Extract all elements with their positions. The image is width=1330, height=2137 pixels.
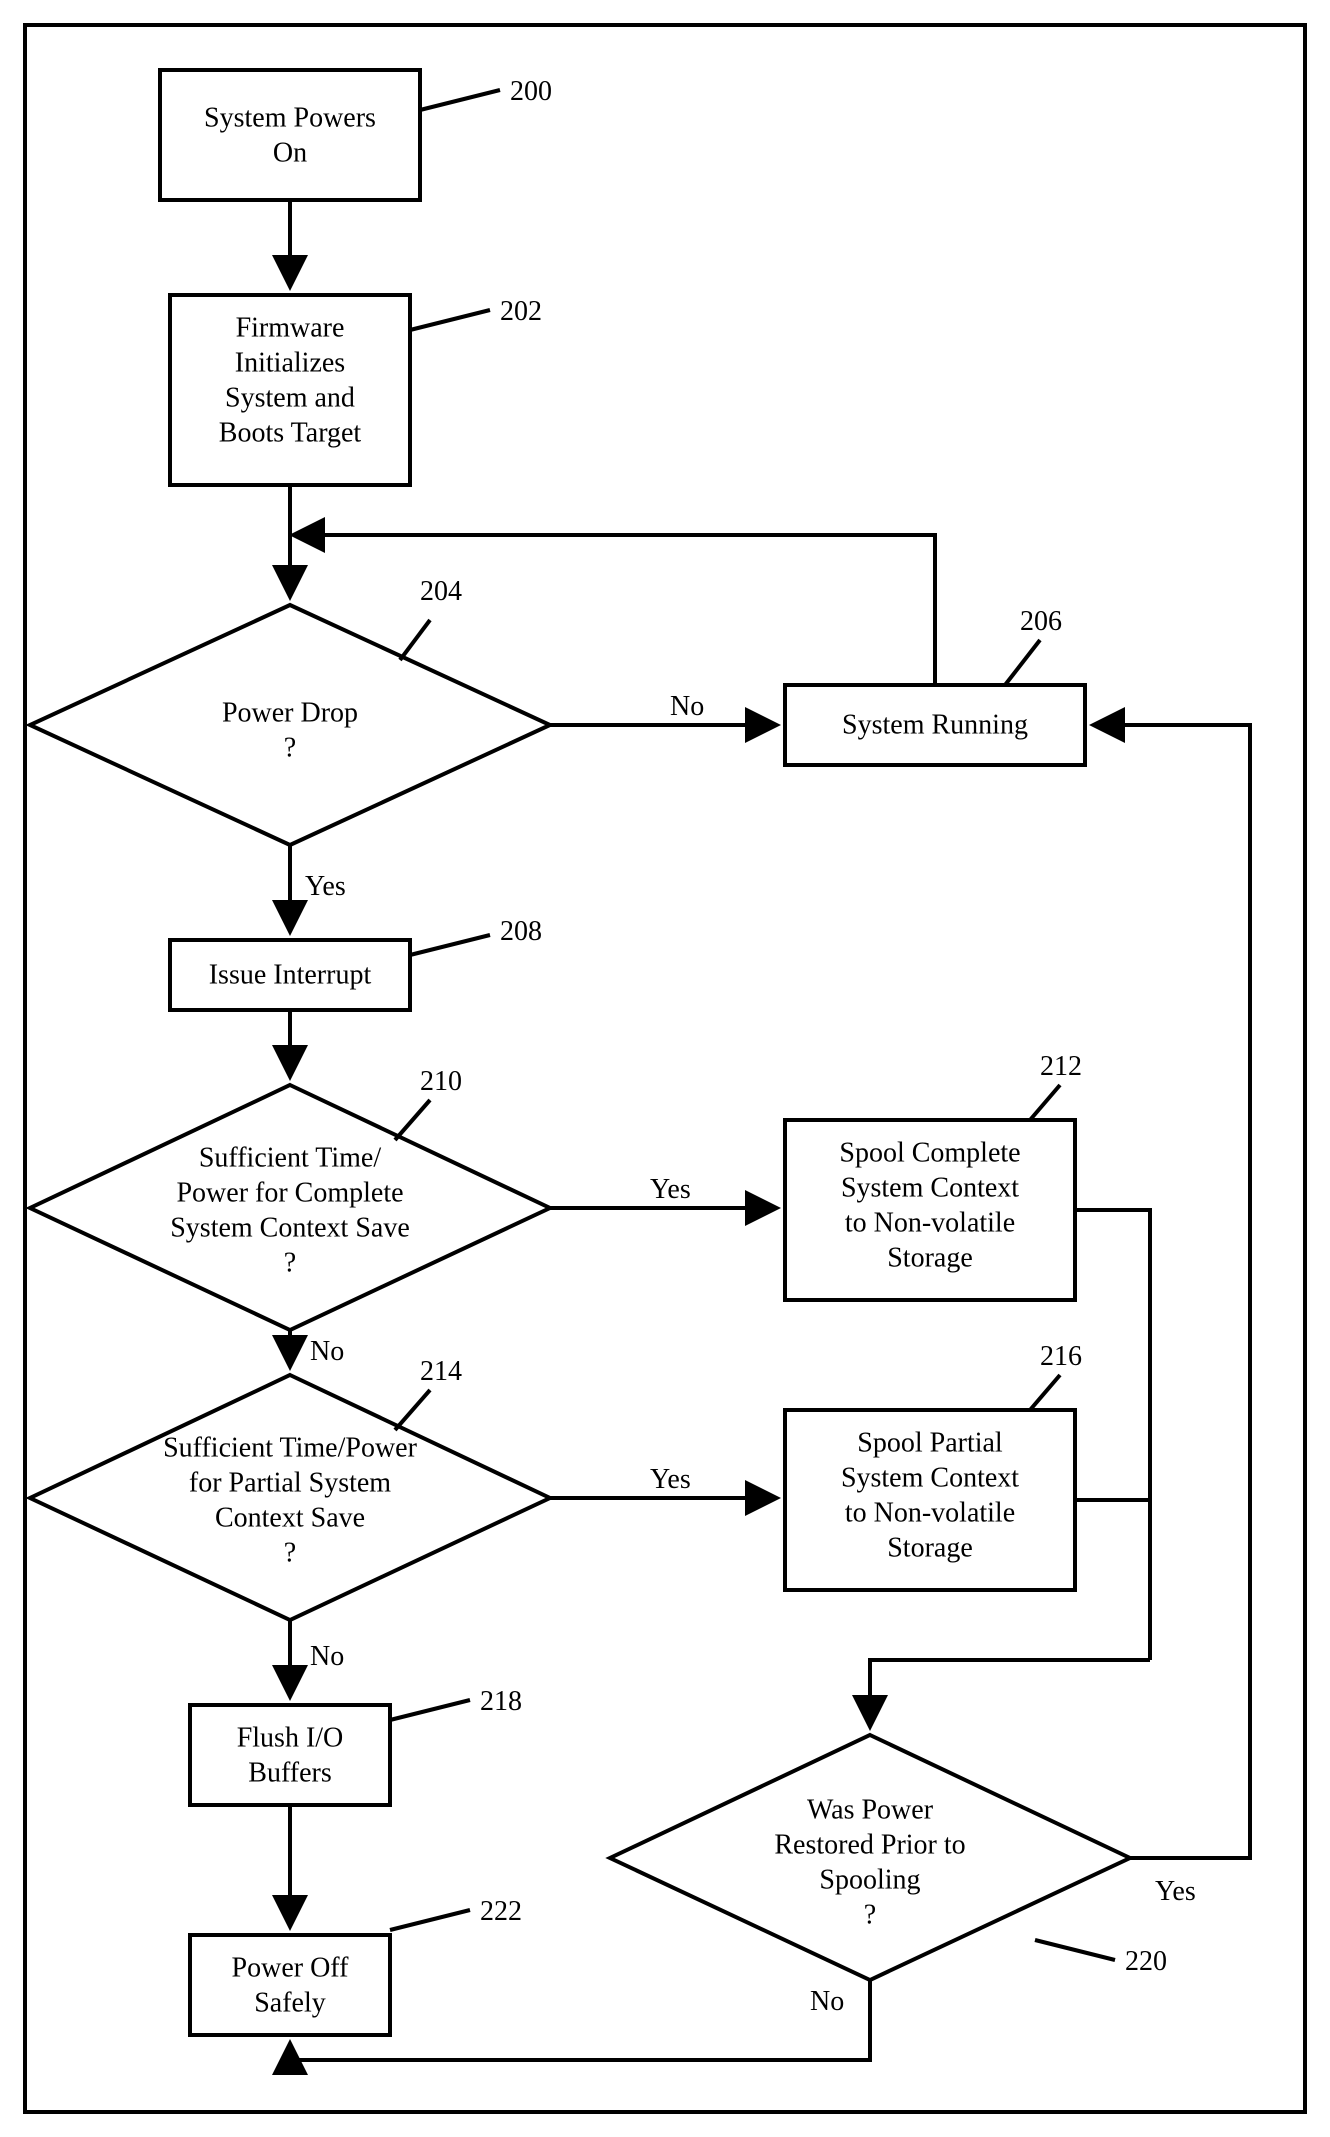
node-text: for Partial System [189, 1467, 391, 1498]
node-text: ? [864, 1899, 876, 1930]
node-text: to Non-volatile [845, 1497, 1015, 1528]
node-text: Power Drop [222, 697, 358, 728]
node-ref: 222 [480, 1896, 522, 1927]
edge-loop [295, 535, 935, 685]
node-text: Spooling [819, 1864, 920, 1895]
node-text: Context Save [215, 1502, 365, 1533]
edge [1075, 1210, 1150, 1660]
edge-no [290, 1980, 870, 2060]
node-text: Issue Interrupt [209, 959, 372, 990]
edge-label: No [310, 1336, 344, 1367]
edge-label: No [670, 691, 704, 722]
edge-label: Yes [305, 871, 346, 902]
node-ref: 204 [420, 576, 462, 607]
node-power-drop: Power Drop ? 204 [30, 576, 550, 845]
node-text: System Context Save [170, 1212, 410, 1243]
frame [25, 25, 1305, 2112]
edge-label: Yes [650, 1174, 691, 1205]
node-power-off-safely: Power Off Safely 222 [190, 1896, 522, 2035]
node-text: System and [225, 382, 355, 413]
node-was-power-restored: Was Power Restored Prior to Spooling ? 2… [610, 1735, 1167, 1980]
node-text: Buffers [248, 1757, 331, 1788]
node-ref: 210 [420, 1066, 462, 1097]
node-firmware-initializes: Firmware Initializes System and Boots Ta… [170, 295, 542, 485]
node-text: System Context [841, 1172, 1019, 1203]
node-text: Sufficient Time/ [199, 1142, 382, 1173]
node-text: to Non-volatile [845, 1207, 1015, 1238]
node-ref: 218 [480, 1686, 522, 1717]
node-flush-io-buffers: Flush I/O Buffers 218 [190, 1686, 522, 1805]
edge-label: No [810, 1986, 844, 2017]
node-spool-partial: Spool Partial System Context to Non-vola… [785, 1341, 1082, 1590]
node-text: Boots Target [219, 417, 362, 448]
flowchart-diagram: System Powers On 200 Firmware Initialize… [0, 0, 1330, 2137]
node-text: On [273, 137, 307, 168]
node-text: System Running [842, 709, 1028, 740]
node-text: Firmware [236, 312, 345, 343]
node-text: Storage [887, 1532, 973, 1563]
node-text: Flush I/O [237, 1722, 344, 1753]
node-text: System Context [841, 1462, 1019, 1493]
node-ref: 208 [500, 916, 542, 947]
node-text: ? [284, 1247, 296, 1278]
node-text: Sufficient Time/Power [163, 1432, 418, 1463]
node-text: Safely [254, 1987, 326, 2018]
edge-yes [1095, 725, 1250, 1858]
node-system-powers-on: System Powers On 200 [160, 70, 552, 200]
node-ref: 200 [510, 76, 552, 107]
edge [870, 1660, 1150, 1725]
edge-label: Yes [1155, 1876, 1196, 1907]
node-sufficient-complete: Sufficient Time/ Power for Complete Syst… [30, 1066, 550, 1330]
node-text: Storage [887, 1242, 973, 1273]
node-ref: 220 [1125, 1946, 1167, 1977]
edge-label: Yes [650, 1464, 691, 1495]
node-text: Spool Partial [857, 1427, 1003, 1458]
node-text: Spool Complete [839, 1137, 1020, 1168]
node-ref: 214 [420, 1356, 462, 1387]
node-text: Power for Complete [176, 1177, 403, 1208]
node-ref: 216 [1040, 1341, 1082, 1372]
node-spool-complete: Spool Complete System Context to Non-vol… [785, 1051, 1082, 1300]
node-text: Power Off [232, 1952, 350, 1983]
node-sufficient-partial: Sufficient Time/Power for Partial System… [30, 1356, 550, 1620]
node-text: Initializes [235, 347, 345, 378]
node-issue-interrupt: Issue Interrupt 208 [170, 916, 542, 1010]
node-ref: 212 [1040, 1051, 1082, 1082]
edge-label: No [310, 1641, 344, 1672]
node-text: Restored Prior to [774, 1829, 965, 1860]
node-text: ? [284, 1537, 296, 1568]
node-text: Was Power [807, 1794, 934, 1825]
node-text: ? [284, 732, 296, 763]
node-text: System Powers [204, 102, 376, 133]
node-ref: 202 [500, 296, 542, 327]
node-ref: 206 [1020, 606, 1062, 637]
